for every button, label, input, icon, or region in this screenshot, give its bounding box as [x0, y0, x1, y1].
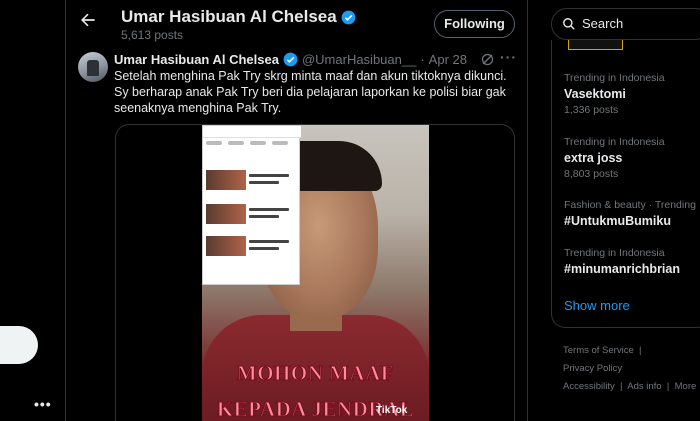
tweet-media[interactable]: MOHON MAAF KEPADA JENDRAL TikTok — [115, 124, 515, 421]
inset-tabs — [203, 141, 301, 151]
video-caption-line1: MOHON MAAF — [236, 361, 395, 386]
back-arrow-icon[interactable] — [78, 10, 98, 30]
inset-row — [206, 170, 298, 190]
inset-row — [206, 236, 298, 256]
promoted-logo — [568, 40, 623, 50]
trend-name: Vasektomi — [564, 87, 626, 101]
profile-name-text: Umar Hasibuan Al Chelsea — [121, 7, 337, 26]
tweet-text: Setelah menghina Pak Try skrg minta maaf… — [114, 69, 507, 115]
tweet-date[interactable]: Apr 28 — [429, 52, 467, 67]
trend-count: 8,803 posts — [564, 168, 619, 180]
more-link[interactable]: More — [675, 381, 697, 392]
more-menu-icon[interactable]: ••• — [34, 396, 52, 412]
tweet-handle[interactable]: @UmarHasibuan__ — [302, 52, 416, 67]
following-button[interactable]: Following — [434, 10, 515, 38]
video-player[interactable]: MOHON MAAF KEPADA JENDRAL TikTok — [202, 125, 429, 421]
accessibility-link[interactable]: Accessibility — [563, 381, 615, 392]
trend-context: Trending in Indonesia — [564, 247, 665, 259]
ads-info-link[interactable]: Ads info — [627, 381, 661, 392]
trend-name: extra joss — [564, 151, 623, 165]
avatar[interactable] — [78, 52, 108, 82]
terms-link[interactable]: Terms of Service — [563, 345, 634, 356]
search-icon — [563, 18, 575, 30]
show-more-link[interactable]: Show more — [564, 298, 630, 313]
profile-header: Umar Hasibuan Al Chelsea 5,613 posts Fol… — [66, 0, 528, 44]
video-inset-screenshot — [202, 125, 301, 285]
profile-name: Umar Hasibuan Al Chelsea — [121, 7, 356, 27]
post-button[interactable] — [0, 326, 38, 364]
meta-separator: · — [420, 52, 425, 67]
verified-badge-icon — [341, 10, 356, 24]
trend-item[interactable]: Trending in Indonesia extra joss 8,803 p… — [564, 136, 665, 180]
tweet-meta: Umar Hasibuan Al Chelsea @UmarHasibuan__… — [114, 52, 467, 67]
left-navigation: ••• — [0, 0, 66, 421]
trend-name: #UntukmuBumiku — [564, 214, 671, 228]
trends-panel: Trending in Indonesia Vasektomi 1,336 po… — [551, 40, 700, 328]
main-column: Umar Hasibuan Al Chelsea 5,613 posts Fol… — [66, 0, 528, 421]
trend-count: 1,336 posts — [564, 104, 619, 116]
trend-item[interactable]: Fashion & beauty · Trending #UntukmuBumi… — [564, 199, 696, 228]
search-input[interactable]: Search — [551, 8, 700, 40]
more-icon[interactable]: ··· — [500, 49, 517, 65]
trend-name: #minumanrichbrian — [564, 262, 680, 276]
trend-context: Trending in Indonesia — [564, 136, 665, 148]
grok-icon[interactable] — [480, 52, 495, 67]
tweet-author-name[interactable]: Umar Hasibuan Al Chelsea — [114, 52, 279, 67]
trend-item[interactable]: Trending in Indonesia #minumanrichbrian — [564, 247, 680, 276]
footer-links: Terms of Service | Privacy Policy Access… — [563, 345, 697, 392]
privacy-link[interactable]: Privacy Policy — [563, 363, 622, 374]
trend-context: Trending in Indonesia — [564, 72, 665, 84]
verified-badge-icon — [283, 52, 298, 67]
search-placeholder: Search — [582, 16, 624, 31]
trend-context: Fashion & beauty · Trending — [564, 199, 696, 211]
trend-item[interactable]: Trending in Indonesia Vasektomi 1,336 po… — [564, 72, 665, 116]
inset-row — [206, 204, 298, 224]
right-sidebar: Search Trending in Indonesia Vasektomi 1… — [528, 0, 700, 421]
inset-top-bar — [203, 126, 301, 138]
tiktok-watermark: TikTok — [376, 405, 408, 416]
posts-count: 5,613 posts — [121, 28, 184, 42]
